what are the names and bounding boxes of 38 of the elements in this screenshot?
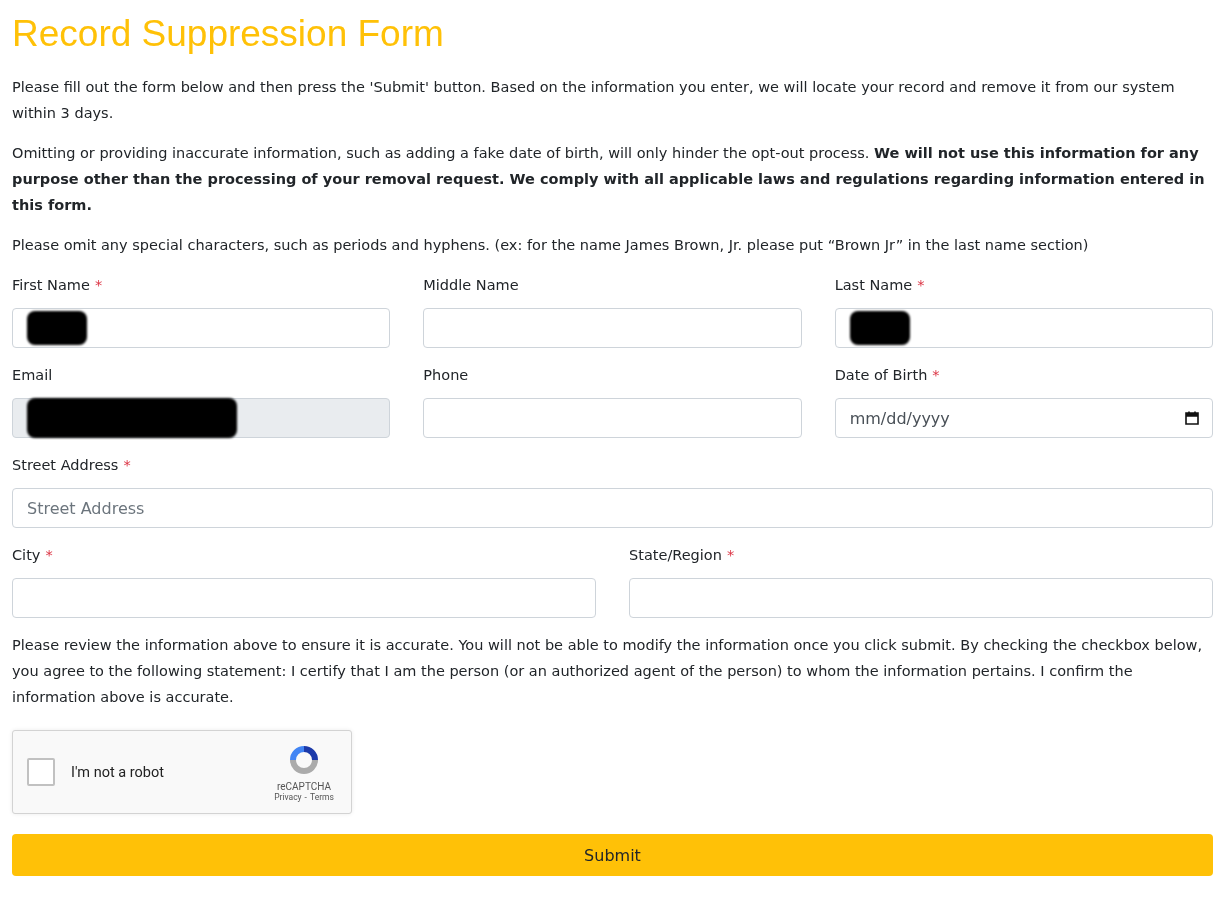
required-mark: * — [932, 367, 940, 383]
input-field[interactable]: Street Address — [12, 488, 1213, 528]
calendar-icon[interactable] — [1184, 410, 1200, 426]
field-label: Street Address — [12, 457, 119, 473]
captcha-brand: reCAPTCHA — [277, 780, 331, 792]
required-mark: * — [917, 277, 925, 293]
input-field[interactable] — [834, 308, 1213, 348]
input-field[interactable] — [423, 398, 802, 438]
field-label: City — [12, 547, 41, 563]
captcha-checkbox[interactable] — [27, 758, 55, 786]
input-field[interactable] — [423, 308, 802, 348]
input-field[interactable]: mm/dd/yyyy — [834, 398, 1213, 438]
field-label: Email — [12, 367, 53, 383]
required-mark: * — [726, 547, 735, 563]
placeholder-text: mm/dd/yyyy — [849, 408, 951, 428]
link-separator: - — [304, 791, 307, 802]
instruction-text: Omitting or providing inaccurate information, such as adding a fake date of birth, will only hinder the opt-out process. We will not use this information for any purpose other than the processing of your removal request. We comply with all applicable laws and regulations regarding information entered in this form. — [12, 144, 1206, 215]
field-label: First Name — [12, 277, 90, 293]
input-field[interactable] — [629, 578, 1213, 618]
input-field[interactable] — [12, 578, 596, 618]
submit-button[interactable]: Submit — [12, 834, 1213, 876]
statement-text: Please review the information above to ensure it is accurate. You will not be able to modify the information once you click submit. By checking the checkbox below, you agree to the following statement: I certify that I am the person (or an authorized agent of the person) to whom the information pertains. I confirm the information above is accurate. — [12, 636, 1204, 707]
page-title: Record Suppression Form — [12, 12, 445, 56]
placeholder-text: Street Address — [27, 498, 145, 518]
field-label: Last Name — [834, 277, 913, 293]
required-mark: * — [123, 457, 131, 473]
field-label: Middle Name — [423, 277, 519, 293]
field-label: State/Region — [629, 547, 722, 563]
field-label: Date of Birth — [834, 367, 928, 383]
privacy-link[interactable]: Privacy — [274, 791, 302, 802]
required-mark: * — [45, 547, 53, 563]
field-label: Phone — [423, 367, 469, 383]
instruction-text: Please fill out the form below and then press the 'Submit' button. Based on the information you enter, we will locate your record and remove it from our system within 3 days. — [12, 78, 1176, 123]
input-field[interactable] — [12, 308, 391, 348]
instruction-text: Please omit any special characters, such as periods and hyphens. (ex: for the name James Brown, Jr. please put “Brown Jr” in the last name section) — [12, 236, 1090, 255]
captcha-label: I'm not a robot — [71, 763, 165, 781]
terms-link[interactable]: Terms — [309, 791, 334, 802]
required-mark: * — [94, 277, 103, 293]
